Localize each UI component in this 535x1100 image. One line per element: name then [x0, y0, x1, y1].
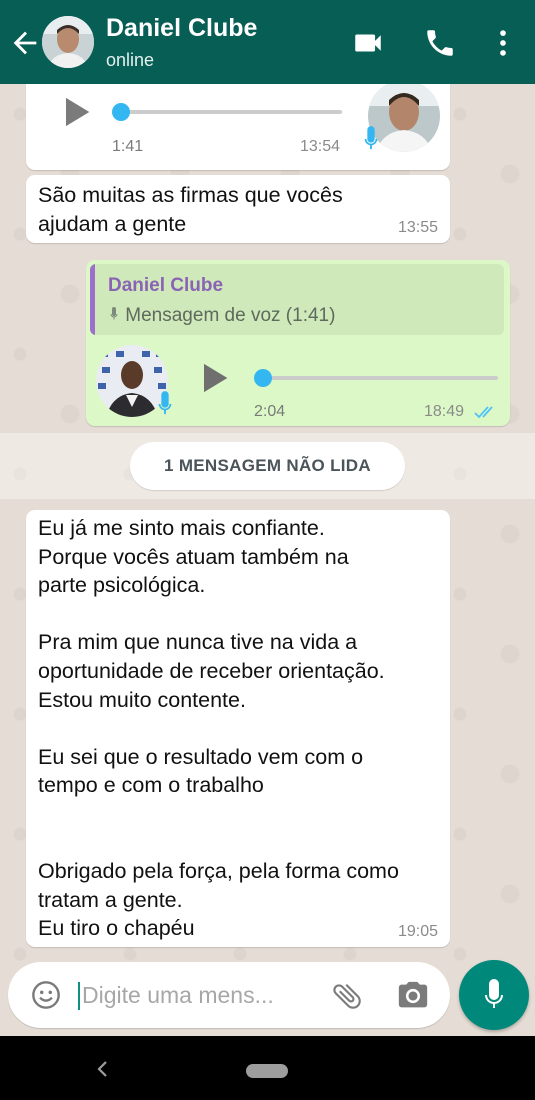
- camera-icon[interactable]: [396, 979, 430, 1013]
- back-arrow-icon[interactable]: [8, 26, 42, 60]
- message-time: 13:55: [398, 219, 439, 236]
- quote-mic-icon: [110, 307, 118, 320]
- message-time: 13:54: [300, 138, 341, 155]
- contact-status: online: [106, 50, 155, 70]
- quoted-message[interactable]: Daniel Clube Mensagem de voz (1:41): [90, 264, 504, 335]
- text-message-incoming[interactable]: São muitas as firmas que vocês ajudam a …: [26, 175, 450, 243]
- chat-area[interactable]: 1:41 13:54 São muitas as firmas que você…: [0, 84, 535, 1036]
- text-cursor: [78, 982, 80, 1010]
- audio-track[interactable]: [262, 376, 498, 380]
- video-call-icon[interactable]: [351, 26, 385, 60]
- nav-back-icon[interactable]: [92, 1058, 114, 1080]
- quote-bar: [90, 264, 95, 335]
- unread-label: 1 MENSAGEM NÃO LIDA: [130, 442, 405, 490]
- audio-duration: 1:41: [112, 138, 144, 155]
- message-input[interactable]: [82, 976, 312, 1014]
- message-time: 18:49: [424, 403, 465, 420]
- record-voice-button[interactable]: [459, 960, 529, 1030]
- mic-icon: [360, 124, 382, 154]
- read-receipt-icon: [474, 404, 500, 420]
- voice-message-outgoing[interactable]: Daniel Clube Mensagem de voz (1:41) 2:04…: [86, 260, 510, 426]
- mic-icon: [485, 979, 503, 1008]
- audio-seek-knob[interactable]: [112, 103, 130, 121]
- play-icon[interactable]: [194, 358, 234, 398]
- quote-author: Daniel Clube: [108, 275, 224, 296]
- voice-call-icon[interactable]: [423, 26, 457, 60]
- quote-text-label: Mensagem de voz (1:41): [125, 305, 336, 326]
- mic-icon: [154, 389, 176, 419]
- chat-header: Daniel Clube online: [0, 0, 535, 84]
- message-compose-bar: [8, 962, 450, 1028]
- voice-message-incoming[interactable]: 1:41 13:54: [26, 84, 450, 170]
- message-time: 19:05: [398, 923, 439, 940]
- system-navigation-bar: [0, 1036, 535, 1100]
- message-text: São muitas as firmas que vocês ajudam a …: [38, 183, 343, 236]
- audio-duration: 2:04: [254, 403, 286, 420]
- text-message-incoming[interactable]: Eu já me sinto mais confiante. Porque vo…: [26, 510, 450, 947]
- attach-icon[interactable]: [330, 979, 364, 1013]
- play-icon[interactable]: [56, 92, 96, 132]
- message-text: Eu já me sinto mais confiante. Porque vo…: [38, 516, 399, 941]
- emoji-icon[interactable]: [30, 979, 62, 1011]
- audio-track[interactable]: [120, 110, 342, 114]
- contact-name[interactable]: Daniel Clube: [106, 14, 257, 43]
- audio-seek-knob[interactable]: [254, 369, 272, 387]
- more-vert-icon[interactable]: [486, 26, 520, 60]
- quote-text: Mensagem de voz (1:41): [108, 305, 335, 327]
- contact-avatar[interactable]: [42, 16, 94, 68]
- nav-home-pill[interactable]: [246, 1064, 288, 1078]
